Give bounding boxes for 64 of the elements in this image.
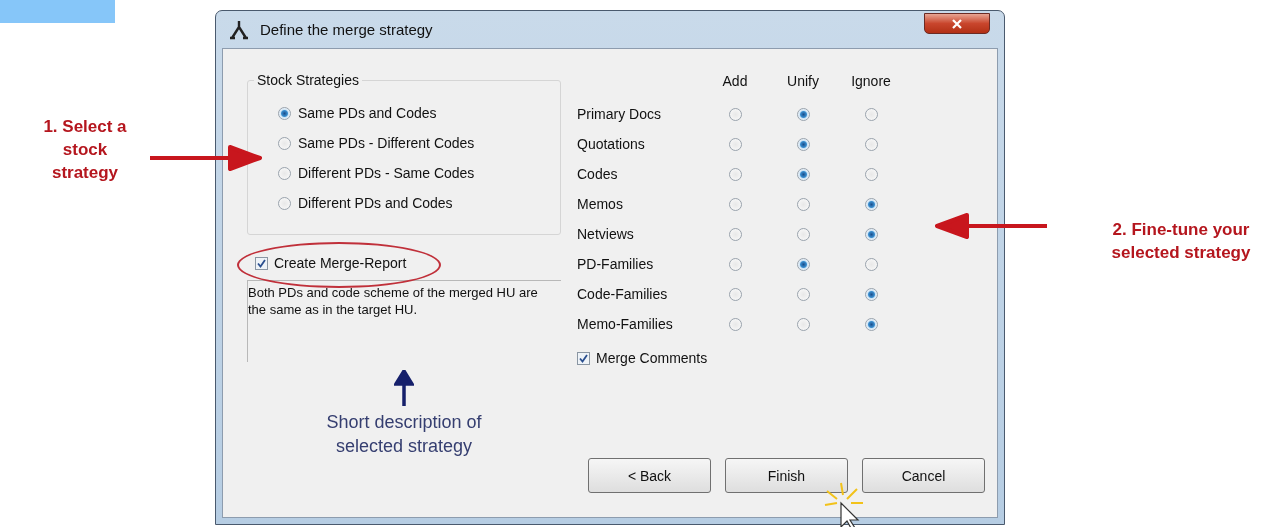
radio-button[interactable] — [796, 197, 810, 211]
column-header: Ignore — [851, 73, 891, 89]
row-label: Primary Docs — [577, 106, 662, 122]
radio-button[interactable] — [728, 137, 742, 151]
description-text: Both PDs and code scheme of the merged HU are the same as in the target HU. — [247, 280, 561, 362]
checkbox[interactable] — [255, 256, 268, 270]
radio-button[interactable] — [278, 196, 291, 210]
dialog-button[interactable]: Cancel — [862, 458, 985, 493]
radio-button[interactable] — [278, 166, 291, 180]
row-label: PD-Families — [577, 256, 655, 272]
radio-button[interactable] — [796, 227, 810, 241]
close-button[interactable] — [924, 13, 990, 34]
close-icon — [952, 18, 962, 29]
group-title: Stock Strategies — [254, 72, 362, 88]
radio-option[interactable]: Different PDs and Codes — [278, 193, 560, 213]
radio-button[interactable] — [278, 136, 291, 150]
checkmark-icon — [579, 353, 588, 363]
checkmark-icon — [257, 258, 266, 268]
arrow-icon — [394, 370, 414, 406]
radio-button[interactable] — [728, 227, 742, 241]
radio-option[interactable]: Same PDs and Codes — [278, 103, 560, 123]
radio-button[interactable] — [796, 317, 810, 331]
row-label: Netviews — [577, 226, 635, 242]
callout-text: 2. Fine-tune your selected strategy — [1110, 219, 1252, 264]
row-label: Codes — [577, 166, 619, 182]
dialog-button[interactable]: < Back — [588, 458, 711, 493]
radio-button[interactable] — [864, 317, 878, 331]
radio-button[interactable] — [728, 107, 742, 121]
callout-text: Short description of selected strategy — [325, 411, 483, 458]
window-title: Define the merge strategy — [260, 21, 433, 38]
checkbox[interactable] — [577, 351, 590, 365]
radio-button[interactable] — [864, 227, 878, 241]
dialog-button[interactable]: Finish — [725, 458, 848, 493]
radio-button[interactable] — [796, 167, 810, 181]
radio-button[interactable] — [796, 137, 810, 151]
row-label: Memos — [577, 196, 624, 212]
radio-button[interactable] — [728, 257, 742, 271]
radio-button[interactable] — [796, 287, 810, 301]
radio-button[interactable] — [728, 317, 742, 331]
radio-button[interactable] — [728, 287, 742, 301]
row-label: Memo-Families — [577, 316, 674, 332]
row-label: Code-Families — [577, 286, 669, 302]
radio-button[interactable] — [864, 287, 878, 301]
merge-icon — [228, 18, 250, 41]
checkbox-option[interactable]: Merge Comments — [577, 347, 905, 369]
callout-text: 1. Select a stock strategy — [42, 116, 128, 184]
radio-option[interactable]: Different PDs - Same Codes — [278, 163, 560, 183]
radio-button[interactable] — [796, 257, 810, 271]
radio-button[interactable] — [864, 137, 878, 151]
radio-button[interactable] — [864, 167, 878, 181]
checkbox-option[interactable]: Create Merge-Report — [255, 252, 561, 274]
radio-option[interactable]: Same PDs - Different Codes — [278, 133, 560, 153]
radio-button[interactable] — [864, 257, 878, 271]
column-header: Add — [722, 73, 748, 89]
row-label: Quotations — [577, 136, 646, 152]
column-header: Unify — [787, 73, 819, 89]
radio-button[interactable] — [864, 107, 878, 121]
arrow-icon — [935, 213, 1047, 239]
radio-button[interactable] — [728, 197, 742, 211]
radio-button[interactable] — [796, 107, 810, 121]
radio-button[interactable] — [278, 106, 291, 120]
radio-button[interactable] — [864, 197, 878, 211]
radio-button[interactable] — [728, 167, 742, 181]
arrow-icon — [150, 145, 262, 171]
